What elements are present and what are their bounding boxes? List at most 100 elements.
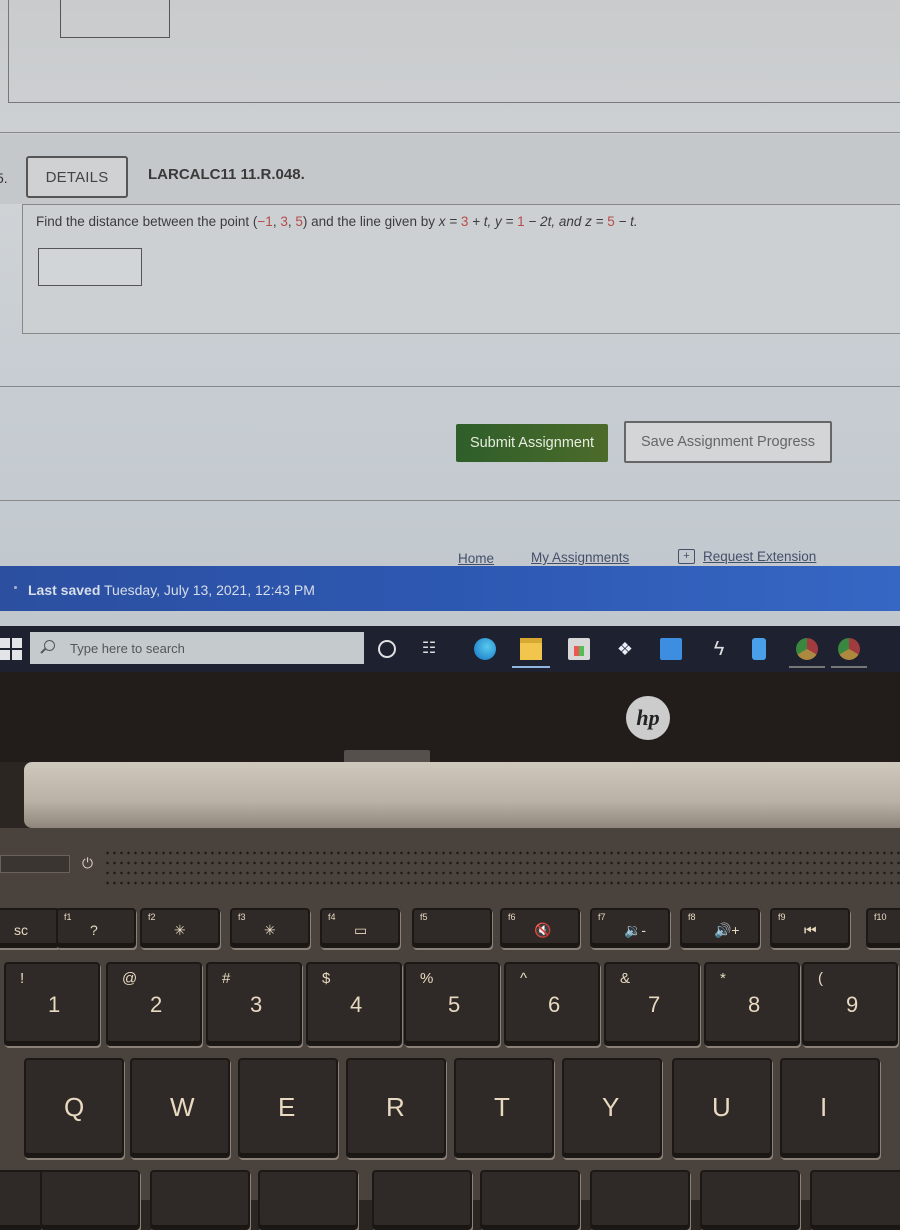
function-key[interactable]: f2 ✳ — [140, 908, 220, 948]
last-saved-text: Last saved Tuesday, July 13, 2021, 12:43… — [28, 582, 315, 598]
number-key[interactable]: (9 — [802, 962, 898, 1046]
function-key-icon: ▭ — [354, 922, 368, 938]
phone-icon[interactable] — [752, 638, 766, 660]
number-key[interactable]: ^ 6 — [504, 962, 600, 1046]
key-label: 6 — [548, 992, 561, 1017]
key-label: 1 — [48, 992, 61, 1017]
active-indicator — [512, 666, 550, 668]
letter-key[interactable]: U — [672, 1058, 772, 1158]
chrome-icon[interactable] — [838, 638, 860, 660]
number-key[interactable]: * 8 — [704, 962, 800, 1046]
function-key-label: f10 — [874, 912, 887, 922]
store-icon[interactable] — [568, 638, 590, 660]
y-constant: 1 — [517, 214, 525, 229]
function-key[interactable]: f3 ✳ — [230, 908, 310, 948]
key-label: 5 — [448, 992, 461, 1017]
keyboard-key[interactable] — [810, 1170, 900, 1230]
function-key[interactable]: f9 ⏮ — [770, 908, 850, 948]
number-key[interactable]: & 7 — [604, 962, 700, 1046]
question-number: 5. — [0, 170, 8, 186]
mail-icon[interactable] — [660, 638, 682, 660]
function-key[interactable]: f7 🔉- — [590, 908, 670, 948]
key-shift-label: & — [620, 970, 631, 987]
letter-key[interactable]: Q — [24, 1058, 124, 1158]
home-link[interactable]: Home — [458, 551, 494, 566]
answer-input[interactable] — [38, 248, 142, 286]
last-saved-value: Tuesday, July 13, 2021, 12:43 PM — [104, 582, 315, 598]
number-key[interactable]: @2 — [106, 962, 202, 1046]
z-constant: 5 — [607, 214, 615, 229]
key-label: 7 — [648, 992, 661, 1017]
z-equation-label: z = — [585, 214, 608, 229]
dropbox-icon[interactable]: ❖ — [614, 638, 636, 660]
function-key-label: f2 — [148, 912, 156, 922]
letter-key[interactable]: Y — [562, 1058, 662, 1158]
letter-key[interactable]: E — [238, 1058, 338, 1158]
keyboard-key[interactable] — [258, 1170, 358, 1230]
function-key-label: f1 — [64, 912, 72, 922]
calendar-plus-icon: + — [678, 549, 695, 564]
function-key[interactable]: f8 🔊+ — [680, 908, 760, 948]
key-label: U — [712, 1092, 731, 1122]
key-shift-label: $ — [322, 970, 331, 987]
search-placeholder: Type here to search — [70, 641, 185, 656]
details-button[interactable]: DETAILS — [26, 156, 128, 198]
keyboard-key[interactable] — [590, 1170, 690, 1230]
task-view-icon[interactable]: ☷ — [418, 638, 440, 660]
submit-assignment-button[interactable]: Submit Assignment — [456, 424, 608, 462]
save-progress-button[interactable]: Save Assignment Progress — [624, 421, 832, 463]
number-key[interactable]: ! 1 — [4, 962, 100, 1046]
cortana-icon[interactable] — [378, 640, 396, 658]
keyboard-key[interactable] — [40, 1170, 140, 1230]
letter-key[interactable]: I — [780, 1058, 880, 1158]
key-shift-label: ( — [818, 970, 823, 987]
keyboard-key[interactable] — [480, 1170, 580, 1230]
question-code: LARCALC11 11.R.048. — [148, 166, 305, 183]
windows-taskbar: Type here to search ☷ ❖ ϟ — [0, 626, 900, 672]
key-label: Y — [602, 1092, 620, 1122]
function-key-label: f7 — [598, 912, 606, 922]
bullet-icon — [14, 586, 17, 589]
number-key[interactable]: #3 — [206, 962, 302, 1046]
taskbar-search-input[interactable]: Type here to search — [30, 632, 364, 664]
key-shift-label: ! — [20, 970, 25, 987]
key-label: T — [494, 1092, 510, 1122]
point-x: −1 — [257, 214, 273, 229]
function-key[interactable]: f1? — [56, 908, 136, 948]
letter-key[interactable]: W — [130, 1058, 230, 1158]
function-key[interactable]: f4 ▭ — [320, 908, 400, 948]
z-equation-rest: − t. — [614, 214, 638, 229]
keyboard-key[interactable] — [372, 1170, 472, 1230]
laptop-bezel — [0, 672, 900, 762]
function-key[interactable]: f10 — [866, 908, 900, 948]
number-key[interactable]: $4 — [306, 962, 402, 1046]
question-text: Find the distance between the point (−1,… — [36, 214, 638, 229]
number-key[interactable]: % 5 — [404, 962, 500, 1046]
active-indicator — [789, 666, 825, 668]
function-key[interactable]: f5 — [412, 908, 492, 948]
power-button[interactable] — [0, 855, 70, 873]
last-saved-label: Last saved — [28, 582, 101, 598]
power-icon: ⏻ — [82, 855, 94, 871]
keyboard-key[interactable] — [700, 1170, 800, 1230]
letter-key[interactable]: T — [454, 1058, 554, 1158]
winamp-icon[interactable]: ϟ — [708, 638, 730, 660]
keyboard-key[interactable] — [150, 1170, 250, 1230]
chrome-icon[interactable] — [796, 638, 818, 660]
edge-icon[interactable] — [474, 638, 496, 660]
letter-key[interactable]: R — [346, 1058, 446, 1158]
file-explorer-icon[interactable] — [520, 638, 542, 660]
key-label: I — [820, 1092, 828, 1122]
previous-answer-input[interactable] — [60, 0, 170, 38]
divider — [0, 500, 900, 501]
divider — [0, 132, 900, 133]
key-label: 9 — [846, 992, 859, 1017]
function-key[interactable]: sc — [0, 908, 60, 948]
x-equation-label: x = — [438, 214, 461, 229]
function-key-icon: 🔊+ — [714, 922, 740, 938]
function-key-label: f6 — [508, 912, 516, 922]
function-key[interactable]: f6 🔇 — [500, 908, 580, 948]
my-assignments-link[interactable]: My Assignments — [531, 550, 629, 565]
windows-start-icon[interactable] — [0, 638, 22, 660]
request-extension-link[interactable]: Request Extension — [703, 549, 816, 564]
